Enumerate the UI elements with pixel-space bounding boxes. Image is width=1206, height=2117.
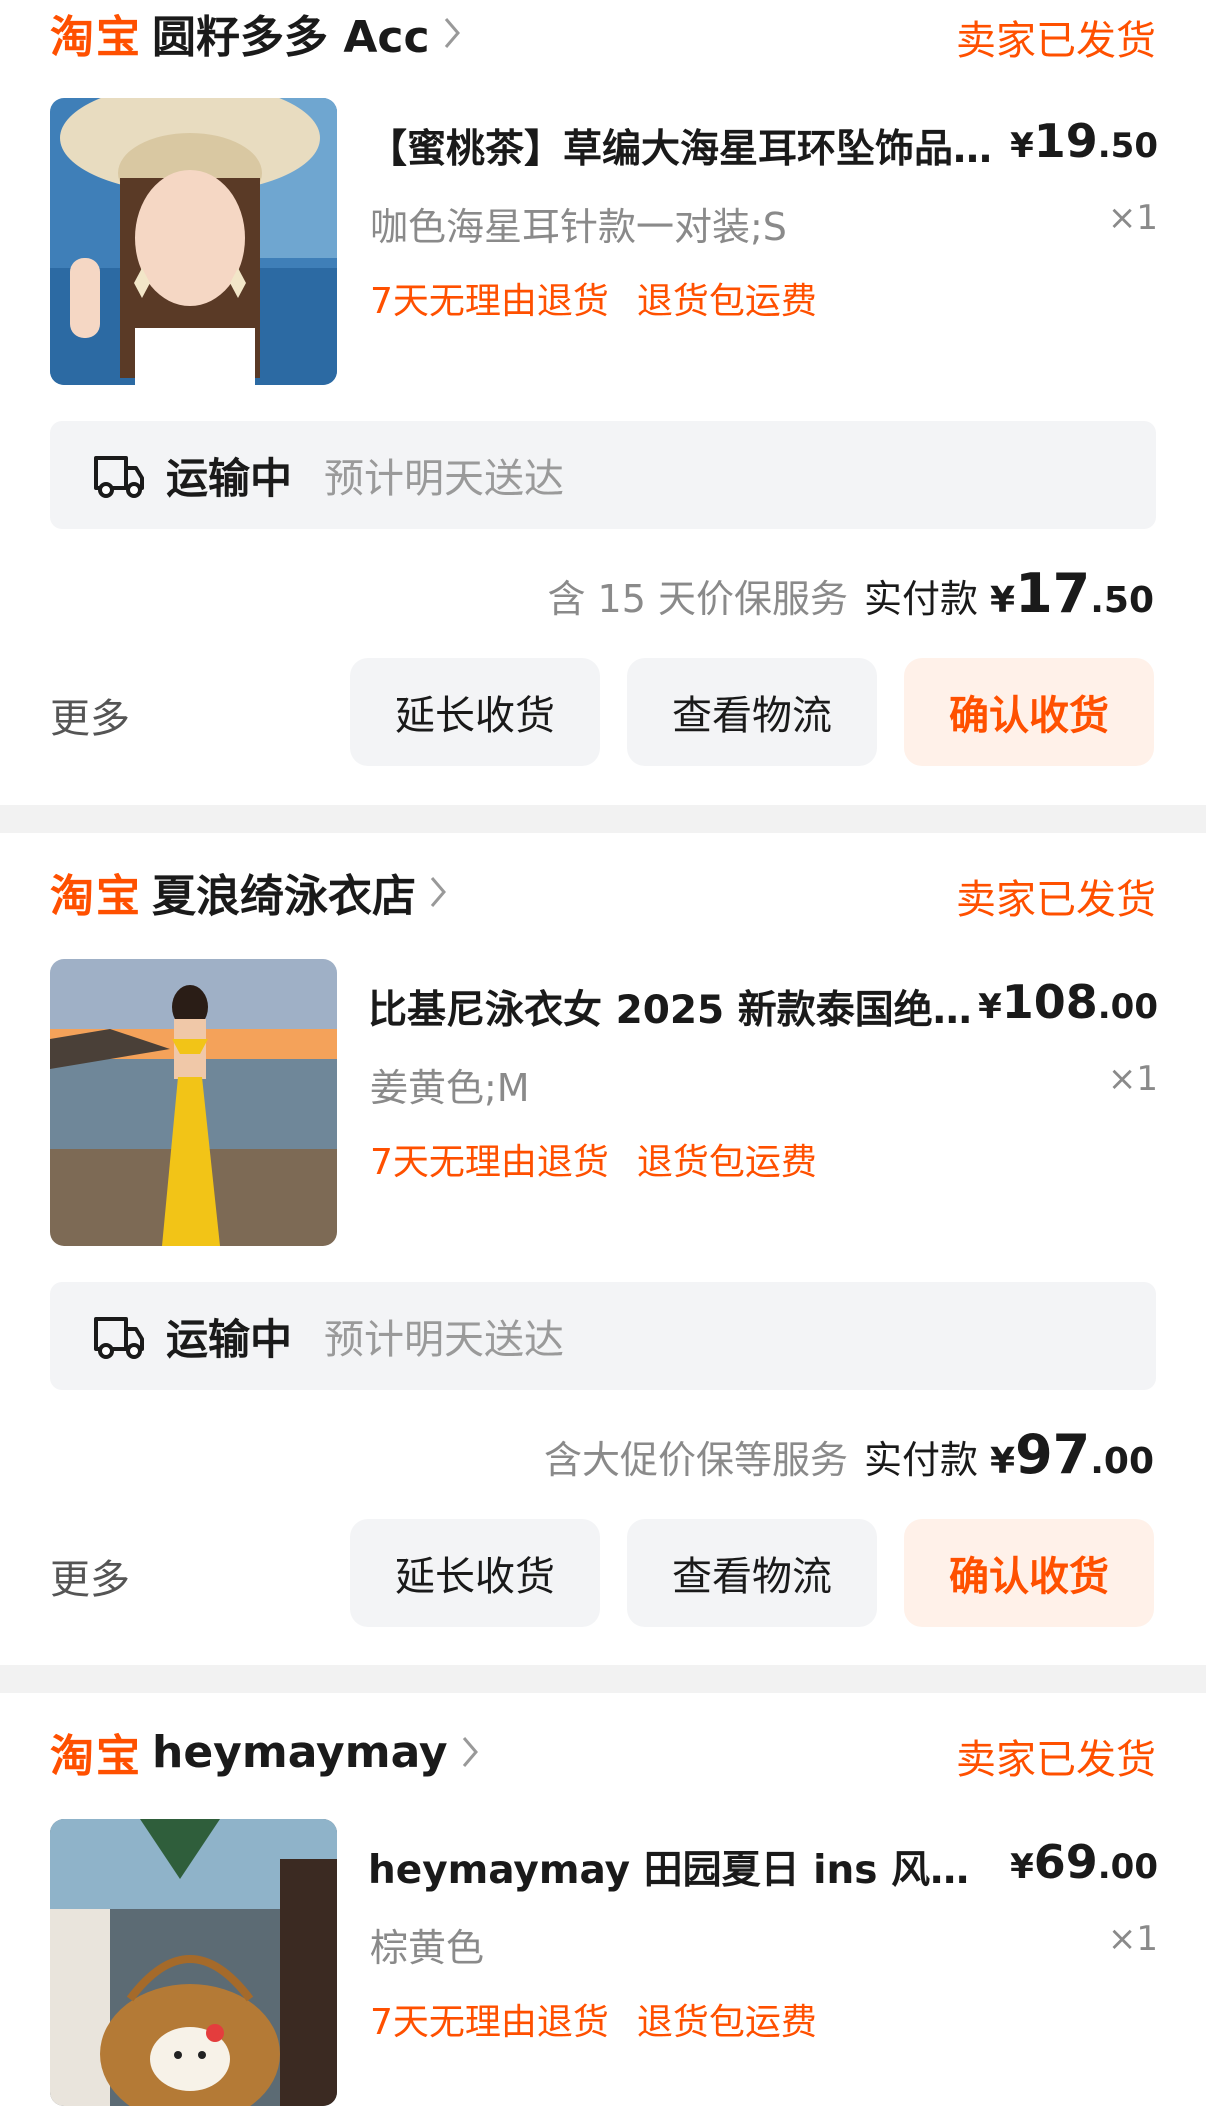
order-status: 卖家已发货 bbox=[956, 877, 1156, 923]
paid-label: 实付款 bbox=[863, 1438, 978, 1482]
tag-return-7days: 7天无理由退货 bbox=[370, 281, 609, 322]
shop-header[interactable]: 淘宝 圆籽多多 Acc 卖家已发货 bbox=[50, 0, 1156, 66]
product-quantity: ×1 bbox=[1107, 1919, 1158, 1959]
taobao-brand: 淘宝 bbox=[50, 871, 142, 922]
chevron-right-icon bbox=[430, 877, 446, 907]
view-logistics-button[interactable]: 查看物流 bbox=[627, 658, 877, 766]
price-currency: ¥ bbox=[978, 987, 1002, 1027]
truck-icon bbox=[94, 456, 144, 498]
paid-integer: 97 bbox=[1015, 1423, 1091, 1486]
paid-currency: ¥ bbox=[990, 1441, 1016, 1482]
confirm-receipt-button[interactable]: 确认收货 bbox=[904, 1519, 1154, 1627]
product-title[interactable]: heymaymay 田园夏日 ins 风手… bbox=[368, 1839, 978, 1895]
product-sku: 棕黄色 bbox=[370, 1926, 485, 1970]
payment-summary: 含 15 天价保服务 实付款 ¥17.50 bbox=[547, 562, 1154, 625]
price-integer: 108 bbox=[1001, 975, 1098, 1029]
product-price: ¥108.00 bbox=[978, 975, 1158, 1029]
tag-free-return-shipping: 退货包运费 bbox=[636, 281, 817, 322]
order-status: 卖家已发货 bbox=[956, 18, 1156, 64]
extend-receipt-button[interactable]: 延长收货 bbox=[350, 1519, 600, 1627]
tag-free-return-shipping: 退货包运费 bbox=[636, 2002, 817, 2043]
price-decimal: .00 bbox=[1097, 987, 1158, 1027]
product-sku: 咖色海星耳针款一对装;S bbox=[370, 205, 787, 249]
shop-name[interactable]: heymaymay bbox=[152, 1727, 448, 1778]
shipping-eta: 预计明天送达 bbox=[324, 456, 565, 502]
service-tags: 7天无理由退货 退货包运费 bbox=[370, 1993, 817, 2045]
price-integer: 69 bbox=[1033, 1835, 1098, 1889]
order-card: 淘宝 heymaymay 卖家已发货 heymaymay 田园夏日 ins 风手… bbox=[0, 1693, 1206, 2117]
taobao-brand: 淘宝 bbox=[50, 1731, 142, 1782]
product-quantity: ×1 bbox=[1107, 1059, 1158, 1099]
shop-name[interactable]: 圆籽多多 Acc bbox=[152, 1, 430, 65]
tag-return-7days: 7天无理由退货 bbox=[370, 1142, 609, 1183]
product-price: ¥69.00 bbox=[1010, 1835, 1158, 1889]
shop-header[interactable]: 淘宝 heymaymay 卖家已发货 bbox=[50, 1719, 1156, 1785]
paid-decimal: .50 bbox=[1090, 580, 1154, 621]
product-title[interactable]: 比基尼泳衣女 2025 新款泰国绝… bbox=[368, 979, 988, 1035]
more-link[interactable]: 更多 bbox=[50, 1547, 130, 1605]
service-tags: 7天无理由退货 退货包运费 bbox=[370, 1133, 817, 1185]
price-currency: ¥ bbox=[1010, 1847, 1034, 1887]
product-sku: 姜黄色;M bbox=[370, 1066, 530, 1110]
truck-icon bbox=[94, 1317, 144, 1359]
service-tags: 7天无理由退货 退货包运费 bbox=[370, 272, 817, 324]
tag-free-return-shipping: 退货包运费 bbox=[636, 1142, 817, 1183]
more-link[interactable]: 更多 bbox=[50, 686, 130, 744]
shop-name[interactable]: 夏浪绮泳衣店 bbox=[152, 860, 416, 924]
shipping-eta: 预计明天送达 bbox=[324, 1317, 565, 1363]
order-card: 淘宝 圆籽多多 Acc 卖家已发货 【蜜桃茶】草编大海星耳环坠饰品… ¥19.5… bbox=[0, 0, 1206, 805]
order-card: 淘宝 夏浪绮泳衣店 卖家已发货 比基尼泳衣女 2025 新款泰国绝… ¥108.… bbox=[0, 833, 1206, 1665]
extend-receipt-button[interactable]: 延长收货 bbox=[350, 658, 600, 766]
order-status: 卖家已发货 bbox=[956, 1737, 1156, 1783]
shipping-status-bar[interactable]: 运输中 预计明天送达 bbox=[50, 1282, 1156, 1390]
price-protection-note: 含大促价保等服务 bbox=[543, 1438, 848, 1482]
price-protection-note: 含 15 天价保服务 bbox=[547, 577, 848, 621]
paid-integer: 17 bbox=[1015, 562, 1091, 625]
product-title[interactable]: 【蜜桃茶】草编大海星耳环坠饰品… bbox=[368, 118, 1008, 174]
shipping-state: 运输中 bbox=[166, 453, 293, 503]
product-thumbnail[interactable] bbox=[50, 959, 337, 1246]
shipping-status-bar[interactable]: 运输中 预计明天送达 bbox=[50, 421, 1156, 529]
product-quantity: ×1 bbox=[1107, 198, 1158, 238]
view-logistics-button[interactable]: 查看物流 bbox=[627, 1519, 877, 1627]
confirm-receipt-button[interactable]: 确认收货 bbox=[904, 658, 1154, 766]
product-thumbnail[interactable] bbox=[50, 98, 337, 385]
shop-header[interactable]: 淘宝 夏浪绮泳衣店 卖家已发货 bbox=[50, 859, 1156, 925]
product-price: ¥19.50 bbox=[1010, 114, 1158, 168]
product-thumbnail[interactable] bbox=[50, 1819, 337, 2106]
paid-currency: ¥ bbox=[990, 580, 1016, 621]
chevron-right-icon bbox=[444, 18, 460, 48]
paid-label: 实付款 bbox=[863, 577, 978, 621]
tag-return-7days: 7天无理由退货 bbox=[370, 2002, 609, 2043]
taobao-brand: 淘宝 bbox=[50, 12, 142, 63]
price-decimal: .00 bbox=[1097, 1847, 1158, 1887]
price-integer: 19 bbox=[1033, 114, 1098, 168]
paid-decimal: .00 bbox=[1090, 1441, 1154, 1482]
shipping-state: 运输中 bbox=[166, 1314, 293, 1364]
payment-summary: 含大促价保等服务 实付款 ¥97.00 bbox=[544, 1423, 1154, 1486]
price-decimal: .50 bbox=[1097, 126, 1158, 166]
price-currency: ¥ bbox=[1010, 126, 1034, 166]
chevron-right-icon bbox=[462, 1737, 478, 1767]
